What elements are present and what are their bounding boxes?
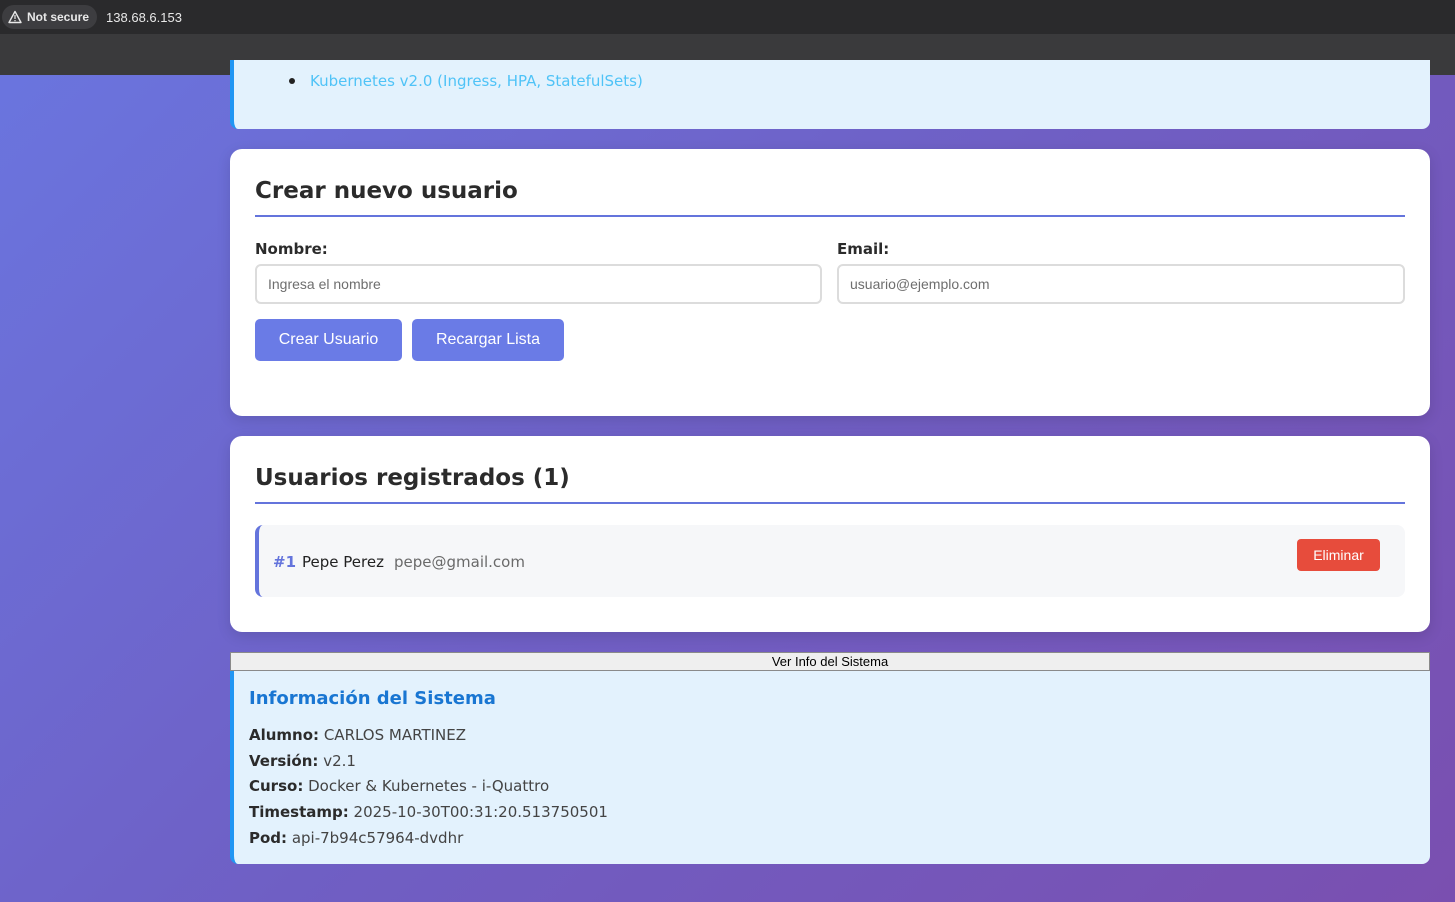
name-input[interactable]: [255, 264, 822, 304]
list-item: #1 Pepe Perez pepe@gmail.com Eliminar: [255, 525, 1405, 597]
system-row-value: v2.1: [323, 752, 356, 770]
system-row-pod: Pod: api-7b94c57964-dvdhr: [249, 829, 463, 847]
delete-user-button[interactable]: Eliminar: [1297, 539, 1380, 571]
create-user-card: Crear nuevo usuario Nombre: Email: Crear…: [230, 149, 1430, 416]
users-card: Usuarios registrados (1) #1 Pepe Perez p…: [230, 436, 1430, 632]
warning-triangle-icon: [8, 10, 22, 24]
create-user-button[interactable]: Crear Usuario: [255, 319, 402, 361]
system-row-course: Curso: Docker & Kubernetes - i-Quattro: [249, 777, 549, 795]
email-input[interactable]: [837, 264, 1405, 304]
system-info-panel: Información del Sistema Alumno: CARLOS M…: [230, 671, 1430, 864]
system-row-label: Curso:: [249, 777, 304, 795]
tech-list-item-text: Kubernetes v2.0 (Ingress, HPA, StatefulS…: [310, 72, 643, 90]
system-row-value: CARLOS MARTINEZ: [323, 726, 466, 744]
list-bullet: [289, 78, 295, 84]
create-user-title: Crear nuevo usuario: [255, 178, 518, 204]
system-row-timestamp: Timestamp: 2025-10-30T00:31:20.513750501: [249, 803, 608, 821]
url-text[interactable]: 138.68.6.153: [106, 10, 182, 25]
system-row-value: 2025-10-30T00:31:20.513750501: [353, 803, 608, 821]
security-indicator[interactable]: Not secure: [2, 5, 98, 29]
user-id: #1: [273, 553, 297, 571]
system-info-title: Información del Sistema: [249, 688, 496, 709]
user-email: pepe@gmail.com: [394, 553, 525, 571]
users-title: Usuarios registrados (1): [255, 465, 570, 491]
tech-info-card: Kubernetes v2.0 (Ingress, HPA, StatefulS…: [230, 60, 1430, 129]
system-row-version: Versión: v2.1: [249, 752, 356, 770]
security-label: Not secure: [27, 10, 90, 24]
system-row-label: Timestamp:: [249, 803, 349, 821]
system-row-label: Pod:: [249, 829, 288, 847]
view-system-info-button[interactable]: Ver Info del Sistema: [230, 652, 1430, 671]
name-label: Nombre:: [255, 240, 328, 258]
user-name: Pepe Perez: [302, 553, 384, 571]
browser-address-bar: Not secure 138.68.6.153: [0, 0, 1455, 34]
email-label: Email:: [837, 240, 890, 258]
reload-list-button[interactable]: Recargar Lista: [412, 319, 564, 361]
system-row-value: api-7b94c57964-dvdhr: [291, 829, 464, 847]
system-row-value: Docker & Kubernetes - i-Quattro: [308, 777, 550, 795]
title-divider: [255, 502, 1405, 504]
system-row-label: Alumno:: [249, 726, 320, 744]
system-row-label: Versión:: [249, 752, 319, 770]
system-row-student: Alumno: CARLOS MARTINEZ: [249, 726, 466, 744]
title-divider: [255, 215, 1405, 217]
tech-list-item: Kubernetes v2.0 (Ingress, HPA, StatefulS…: [289, 72, 643, 90]
tech-list: Kubernetes v2.0 (Ingress, HPA, StatefulS…: [289, 72, 643, 90]
